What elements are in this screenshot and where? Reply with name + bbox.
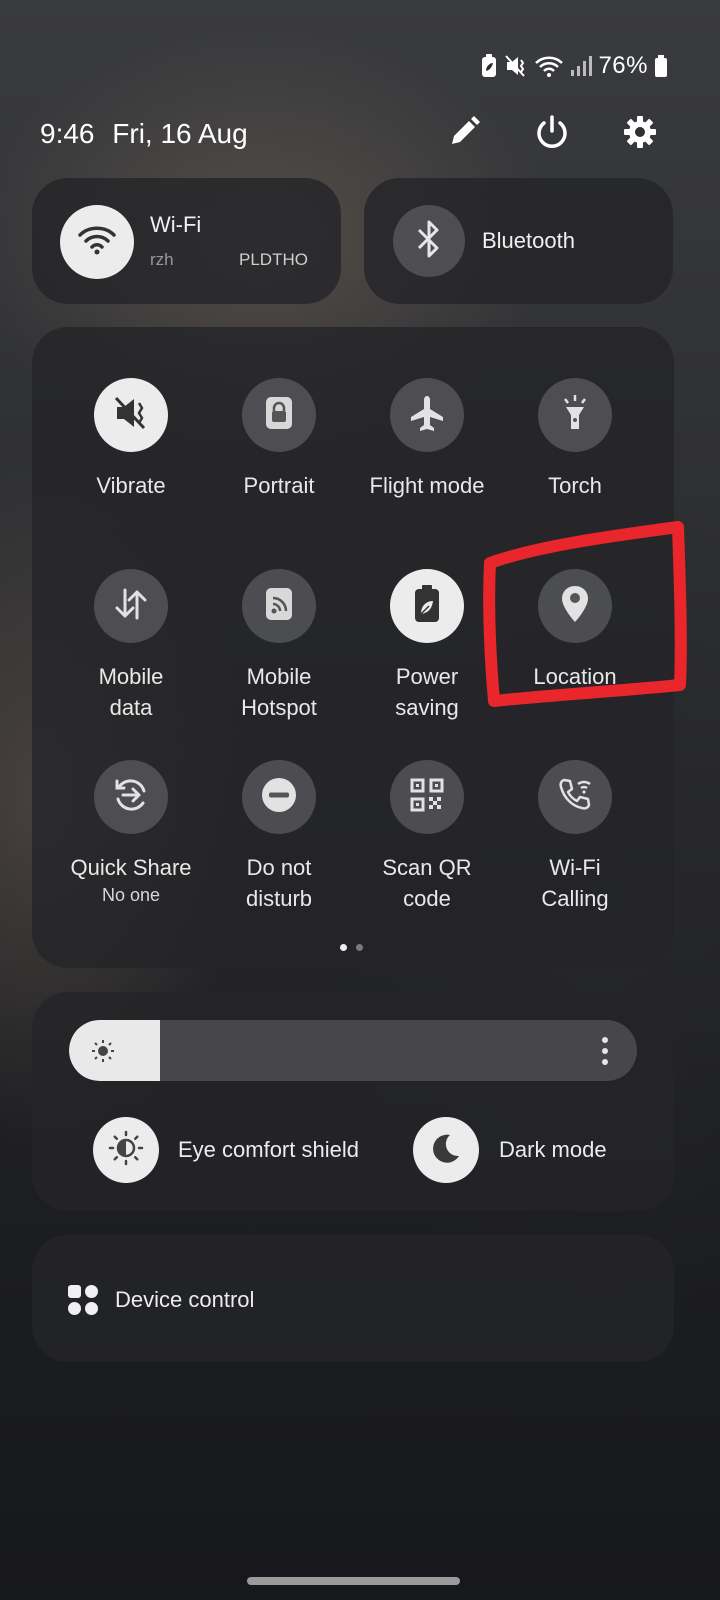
- bluetooth-toggle[interactable]: [393, 205, 465, 277]
- vibrate-icon: [111, 393, 151, 437]
- moon-icon: [429, 1131, 463, 1169]
- date-time: 9:46 Fri, 16 Aug: [40, 118, 248, 150]
- tile-quick-share[interactable]: Quick Share No one: [56, 760, 206, 907]
- do-not-disturb-icon: [260, 776, 298, 818]
- wifi-network-name: PLDTHO: [239, 250, 308, 269]
- eye-comfort-icon: [108, 1130, 144, 1170]
- airplane-icon: [407, 393, 447, 437]
- tile-wifi-calling[interactable]: Wi-Fi Calling: [500, 760, 650, 914]
- edit-button[interactable]: [442, 112, 486, 156]
- tile-icon-scan-qr: [390, 760, 464, 834]
- edit-icon: [447, 115, 481, 153]
- dark-mode-label: Dark mode: [499, 1137, 607, 1162]
- tile-label-flight-mode: Flight mode: [369, 473, 485, 498]
- wifi-icon: [534, 54, 564, 78]
- wifi-icon: [77, 224, 117, 260]
- battery-saver-icon: [480, 54, 498, 78]
- tile-mobile-hotspot[interactable]: Mobile Hotspot: [204, 569, 354, 723]
- battery-icon: [654, 54, 668, 78]
- tile-icon-flight-mode: [390, 378, 464, 452]
- bluetooth-tile[interactable]: Bluetooth: [364, 178, 673, 304]
- power-button[interactable]: [530, 112, 574, 156]
- eye-comfort-label: Eye comfort shield: [178, 1137, 359, 1162]
- wifi-calling-icon: [555, 775, 595, 819]
- brightness-icon: [91, 1039, 115, 1067]
- highlight-annotation: [480, 515, 690, 729]
- qr-code-icon: [409, 777, 445, 817]
- tile-label-do-not-disturb: Do not disturb: [245, 855, 313, 911]
- tile-label-mobile-data: Mobile data: [98, 664, 164, 720]
- mobile-data-icon: [111, 584, 151, 628]
- tile-label-power-saving: Power saving: [395, 664, 459, 720]
- signal-icon: [570, 54, 593, 78]
- tile-icon-do-not-disturb: [242, 760, 316, 834]
- hotspot-icon: [262, 586, 296, 626]
- tile-label-torch: Torch: [548, 473, 602, 498]
- tile-flight-mode[interactable]: Flight mode: [352, 378, 502, 501]
- tile-scan-qr[interactable]: Scan QR code: [352, 760, 502, 914]
- tile-icon-wifi-calling: [538, 760, 612, 834]
- device-control-button[interactable]: Device control: [32, 1235, 674, 1362]
- dark-mode-toggle[interactable]: Dark mode: [413, 1117, 607, 1183]
- settings-button[interactable]: [618, 112, 662, 156]
- tile-icon-mobile-data: [94, 569, 168, 643]
- tile-label-vibrate: Vibrate: [96, 473, 166, 498]
- date: Fri, 16 Aug: [112, 118, 248, 149]
- torch-icon: [557, 393, 593, 437]
- wifi-toggle[interactable]: [60, 205, 134, 279]
- tile-label-mobile-hotspot: Mobile Hotspot: [241, 664, 317, 720]
- tile-icon-quick-share: [94, 760, 168, 834]
- tile-label-quick-share: Quick Share: [70, 855, 192, 880]
- eye-comfort-toggle[interactable]: Eye comfort shield: [93, 1117, 359, 1183]
- tile-label-portrait: Portrait: [243, 473, 315, 498]
- tile-do-not-disturb[interactable]: Do not disturb: [204, 760, 354, 914]
- device-control-label: Device control: [115, 1287, 255, 1312]
- tile-icon-portrait: [242, 378, 316, 452]
- bluetooth-label: Bluetooth: [482, 228, 575, 253]
- tile-icon-mobile-hotspot: [242, 569, 316, 643]
- tile-icon-torch: [538, 378, 612, 452]
- tile-label-scan-qr: Scan QR code: [382, 855, 472, 911]
- device-control-icon: [67, 1284, 99, 1320]
- wifi-network-left: rzh: [150, 250, 174, 269]
- clock-time: 9:46: [40, 118, 95, 149]
- tile-icon-vibrate: [94, 378, 168, 452]
- wifi-tile[interactable]: Wi-Fi rzh PLDTHO: [32, 178, 341, 304]
- status-bar: 76%: [480, 48, 668, 84]
- settings-icon: [622, 114, 658, 154]
- vibrate-icon: [504, 54, 528, 78]
- tile-sublabel-quick-share: No one: [101, 885, 161, 905]
- wifi-label: Wi-Fi: [150, 212, 202, 237]
- tile-portrait[interactable]: Portrait: [204, 378, 354, 501]
- brightness-slider[interactable]: [69, 1020, 637, 1081]
- tile-label-wifi-calling: Wi-Fi Calling: [541, 855, 609, 911]
- tile-icon-power-saving: [390, 569, 464, 643]
- pagination-dots: [340, 944, 363, 951]
- page-dot: [356, 944, 363, 951]
- quick-share-icon: [111, 775, 151, 819]
- power-saving-icon: [412, 584, 442, 628]
- bluetooth-icon: [416, 219, 442, 263]
- eye-comfort-button[interactable]: [93, 1117, 159, 1183]
- more-options-icon[interactable]: [601, 1036, 609, 1070]
- tile-torch[interactable]: Torch: [500, 378, 650, 501]
- page-dot-active: [340, 944, 347, 951]
- dark-mode-button[interactable]: [413, 1117, 479, 1183]
- battery-percentage: 76%: [598, 52, 648, 79]
- header-actions: [442, 112, 662, 156]
- tile-mobile-data[interactable]: Mobile data: [56, 569, 206, 723]
- portrait-lock-icon: [262, 395, 296, 435]
- tile-vibrate[interactable]: Vibrate: [56, 378, 206, 501]
- power-icon: [534, 114, 570, 154]
- gesture-handle[interactable]: [247, 1577, 460, 1585]
